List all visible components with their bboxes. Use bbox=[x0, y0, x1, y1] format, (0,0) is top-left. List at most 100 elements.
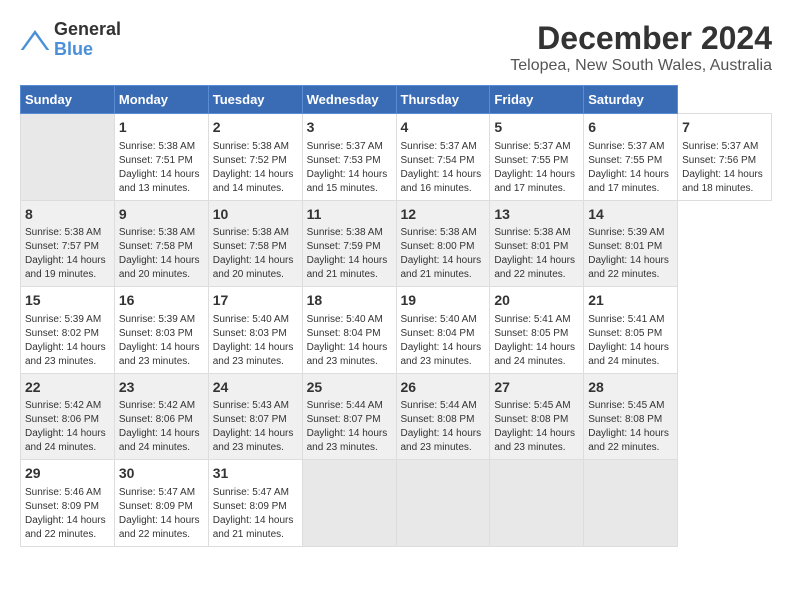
header-cell-sunday: Sunday bbox=[21, 86, 115, 114]
empty-cell bbox=[21, 114, 115, 201]
day-cell: 6Sunrise: 5:37 AM Sunset: 7:55 PM Daylig… bbox=[584, 114, 678, 201]
day-info: Sunrise: 5:38 AM Sunset: 7:58 PM Dayligh… bbox=[119, 226, 204, 282]
day-number: 3 bbox=[307, 118, 392, 138]
day-info: Sunrise: 5:40 AM Sunset: 8:04 PM Dayligh… bbox=[307, 313, 392, 369]
day-cell: 17Sunrise: 5:40 AM Sunset: 8:03 PM Dayli… bbox=[208, 287, 302, 374]
day-number: 27 bbox=[494, 378, 579, 398]
day-info: Sunrise: 5:42 AM Sunset: 8:06 PM Dayligh… bbox=[119, 399, 204, 455]
day-info: Sunrise: 5:39 AM Sunset: 8:03 PM Dayligh… bbox=[119, 313, 204, 369]
day-info: Sunrise: 5:41 AM Sunset: 8:05 PM Dayligh… bbox=[588, 313, 673, 369]
header-cell-saturday: Saturday bbox=[584, 86, 678, 114]
day-number: 14 bbox=[588, 205, 673, 225]
day-number: 4 bbox=[401, 118, 486, 138]
day-number: 12 bbox=[401, 205, 486, 225]
day-cell: 23Sunrise: 5:42 AM Sunset: 8:06 PM Dayli… bbox=[114, 373, 208, 460]
day-info: Sunrise: 5:45 AM Sunset: 8:08 PM Dayligh… bbox=[494, 399, 579, 455]
calendar-header-row: SundayMondayTuesdayWednesdayThursdayFrid… bbox=[21, 86, 772, 114]
day-cell: 19Sunrise: 5:40 AM Sunset: 8:04 PM Dayli… bbox=[396, 287, 490, 374]
header-cell-friday: Friday bbox=[490, 86, 584, 114]
day-cell: 1Sunrise: 5:38 AM Sunset: 7:51 PM Daylig… bbox=[114, 114, 208, 201]
day-info: Sunrise: 5:43 AM Sunset: 8:07 PM Dayligh… bbox=[213, 399, 298, 455]
day-number: 30 bbox=[119, 464, 204, 484]
day-info: Sunrise: 5:37 AM Sunset: 7:55 PM Dayligh… bbox=[494, 140, 579, 196]
logo-blue-text: Blue bbox=[54, 40, 121, 60]
day-cell: 14Sunrise: 5:39 AM Sunset: 8:01 PM Dayli… bbox=[584, 200, 678, 287]
day-number: 24 bbox=[213, 378, 298, 398]
week-row-3: 22Sunrise: 5:42 AM Sunset: 8:06 PM Dayli… bbox=[21, 373, 772, 460]
day-cell: 3Sunrise: 5:37 AM Sunset: 7:53 PM Daylig… bbox=[302, 114, 396, 201]
day-number: 2 bbox=[213, 118, 298, 138]
day-cell: 8Sunrise: 5:38 AM Sunset: 7:57 PM Daylig… bbox=[21, 200, 115, 287]
header-cell-wednesday: Wednesday bbox=[302, 86, 396, 114]
header: General Blue December 2024 Telopea, New … bbox=[20, 20, 772, 75]
day-info: Sunrise: 5:46 AM Sunset: 8:09 PM Dayligh… bbox=[25, 486, 110, 542]
day-number: 18 bbox=[307, 291, 392, 311]
day-cell: 29Sunrise: 5:46 AM Sunset: 8:09 PM Dayli… bbox=[21, 460, 115, 547]
day-info: Sunrise: 5:38 AM Sunset: 7:58 PM Dayligh… bbox=[213, 226, 298, 282]
title-area: December 2024 Telopea, New South Wales, … bbox=[510, 20, 772, 75]
day-info: Sunrise: 5:38 AM Sunset: 7:59 PM Dayligh… bbox=[307, 226, 392, 282]
day-cell: 2Sunrise: 5:38 AM Sunset: 7:52 PM Daylig… bbox=[208, 114, 302, 201]
day-cell: 21Sunrise: 5:41 AM Sunset: 8:05 PM Dayli… bbox=[584, 287, 678, 374]
header-cell-tuesday: Tuesday bbox=[208, 86, 302, 114]
day-info: Sunrise: 5:42 AM Sunset: 8:06 PM Dayligh… bbox=[25, 399, 110, 455]
day-cell: 5Sunrise: 5:37 AM Sunset: 7:55 PM Daylig… bbox=[490, 114, 584, 201]
day-cell: 20Sunrise: 5:41 AM Sunset: 8:05 PM Dayli… bbox=[490, 287, 584, 374]
day-number: 11 bbox=[307, 205, 392, 225]
day-cell: 30Sunrise: 5:47 AM Sunset: 8:09 PM Dayli… bbox=[114, 460, 208, 547]
week-row-1: 8Sunrise: 5:38 AM Sunset: 7:57 PM Daylig… bbox=[21, 200, 772, 287]
day-cell: 12Sunrise: 5:38 AM Sunset: 8:00 PM Dayli… bbox=[396, 200, 490, 287]
day-number: 31 bbox=[213, 464, 298, 484]
day-number: 28 bbox=[588, 378, 673, 398]
day-info: Sunrise: 5:39 AM Sunset: 8:02 PM Dayligh… bbox=[25, 313, 110, 369]
day-cell: 7Sunrise: 5:37 AM Sunset: 7:56 PM Daylig… bbox=[678, 114, 772, 201]
page-title: December 2024 bbox=[510, 20, 772, 57]
day-number: 7 bbox=[682, 118, 767, 138]
day-info: Sunrise: 5:44 AM Sunset: 8:07 PM Dayligh… bbox=[307, 399, 392, 455]
day-info: Sunrise: 5:40 AM Sunset: 8:04 PM Dayligh… bbox=[401, 313, 486, 369]
day-info: Sunrise: 5:37 AM Sunset: 7:56 PM Dayligh… bbox=[682, 140, 767, 196]
day-info: Sunrise: 5:47 AM Sunset: 8:09 PM Dayligh… bbox=[119, 486, 204, 542]
day-number: 29 bbox=[25, 464, 110, 484]
day-cell bbox=[490, 460, 584, 547]
day-cell: 24Sunrise: 5:43 AM Sunset: 8:07 PM Dayli… bbox=[208, 373, 302, 460]
logo-general-text: General bbox=[54, 20, 121, 40]
day-cell: 4Sunrise: 5:37 AM Sunset: 7:54 PM Daylig… bbox=[396, 114, 490, 201]
logo: General Blue bbox=[20, 20, 121, 60]
day-info: Sunrise: 5:39 AM Sunset: 8:01 PM Dayligh… bbox=[588, 226, 673, 282]
calendar-table: SundayMondayTuesdayWednesdayThursdayFrid… bbox=[20, 85, 772, 547]
day-cell: 31Sunrise: 5:47 AM Sunset: 8:09 PM Dayli… bbox=[208, 460, 302, 547]
day-number: 13 bbox=[494, 205, 579, 225]
day-number: 9 bbox=[119, 205, 204, 225]
day-number: 26 bbox=[401, 378, 486, 398]
day-number: 23 bbox=[119, 378, 204, 398]
day-number: 19 bbox=[401, 291, 486, 311]
day-info: Sunrise: 5:41 AM Sunset: 8:05 PM Dayligh… bbox=[494, 313, 579, 369]
header-cell-thursday: Thursday bbox=[396, 86, 490, 114]
day-number: 10 bbox=[213, 205, 298, 225]
day-cell: 16Sunrise: 5:39 AM Sunset: 8:03 PM Dayli… bbox=[114, 287, 208, 374]
day-cell: 18Sunrise: 5:40 AM Sunset: 8:04 PM Dayli… bbox=[302, 287, 396, 374]
day-cell: 28Sunrise: 5:45 AM Sunset: 8:08 PM Dayli… bbox=[584, 373, 678, 460]
day-info: Sunrise: 5:37 AM Sunset: 7:53 PM Dayligh… bbox=[307, 140, 392, 196]
day-cell: 15Sunrise: 5:39 AM Sunset: 8:02 PM Dayli… bbox=[21, 287, 115, 374]
day-number: 15 bbox=[25, 291, 110, 311]
day-number: 6 bbox=[588, 118, 673, 138]
day-info: Sunrise: 5:37 AM Sunset: 7:55 PM Dayligh… bbox=[588, 140, 673, 196]
day-cell: 27Sunrise: 5:45 AM Sunset: 8:08 PM Dayli… bbox=[490, 373, 584, 460]
day-info: Sunrise: 5:44 AM Sunset: 8:08 PM Dayligh… bbox=[401, 399, 486, 455]
day-info: Sunrise: 5:38 AM Sunset: 7:52 PM Dayligh… bbox=[213, 140, 298, 196]
day-cell: 9Sunrise: 5:38 AM Sunset: 7:58 PM Daylig… bbox=[114, 200, 208, 287]
day-cell: 25Sunrise: 5:44 AM Sunset: 8:07 PM Dayli… bbox=[302, 373, 396, 460]
day-cell bbox=[584, 460, 678, 547]
page-subtitle: Telopea, New South Wales, Australia bbox=[510, 57, 772, 75]
day-number: 21 bbox=[588, 291, 673, 311]
week-row-4: 29Sunrise: 5:46 AM Sunset: 8:09 PM Dayli… bbox=[21, 460, 772, 547]
day-cell bbox=[302, 460, 396, 547]
day-number: 22 bbox=[25, 378, 110, 398]
day-number: 1 bbox=[119, 118, 204, 138]
day-number: 17 bbox=[213, 291, 298, 311]
day-cell: 13Sunrise: 5:38 AM Sunset: 8:01 PM Dayli… bbox=[490, 200, 584, 287]
day-info: Sunrise: 5:38 AM Sunset: 8:01 PM Dayligh… bbox=[494, 226, 579, 282]
day-info: Sunrise: 5:40 AM Sunset: 8:03 PM Dayligh… bbox=[213, 313, 298, 369]
